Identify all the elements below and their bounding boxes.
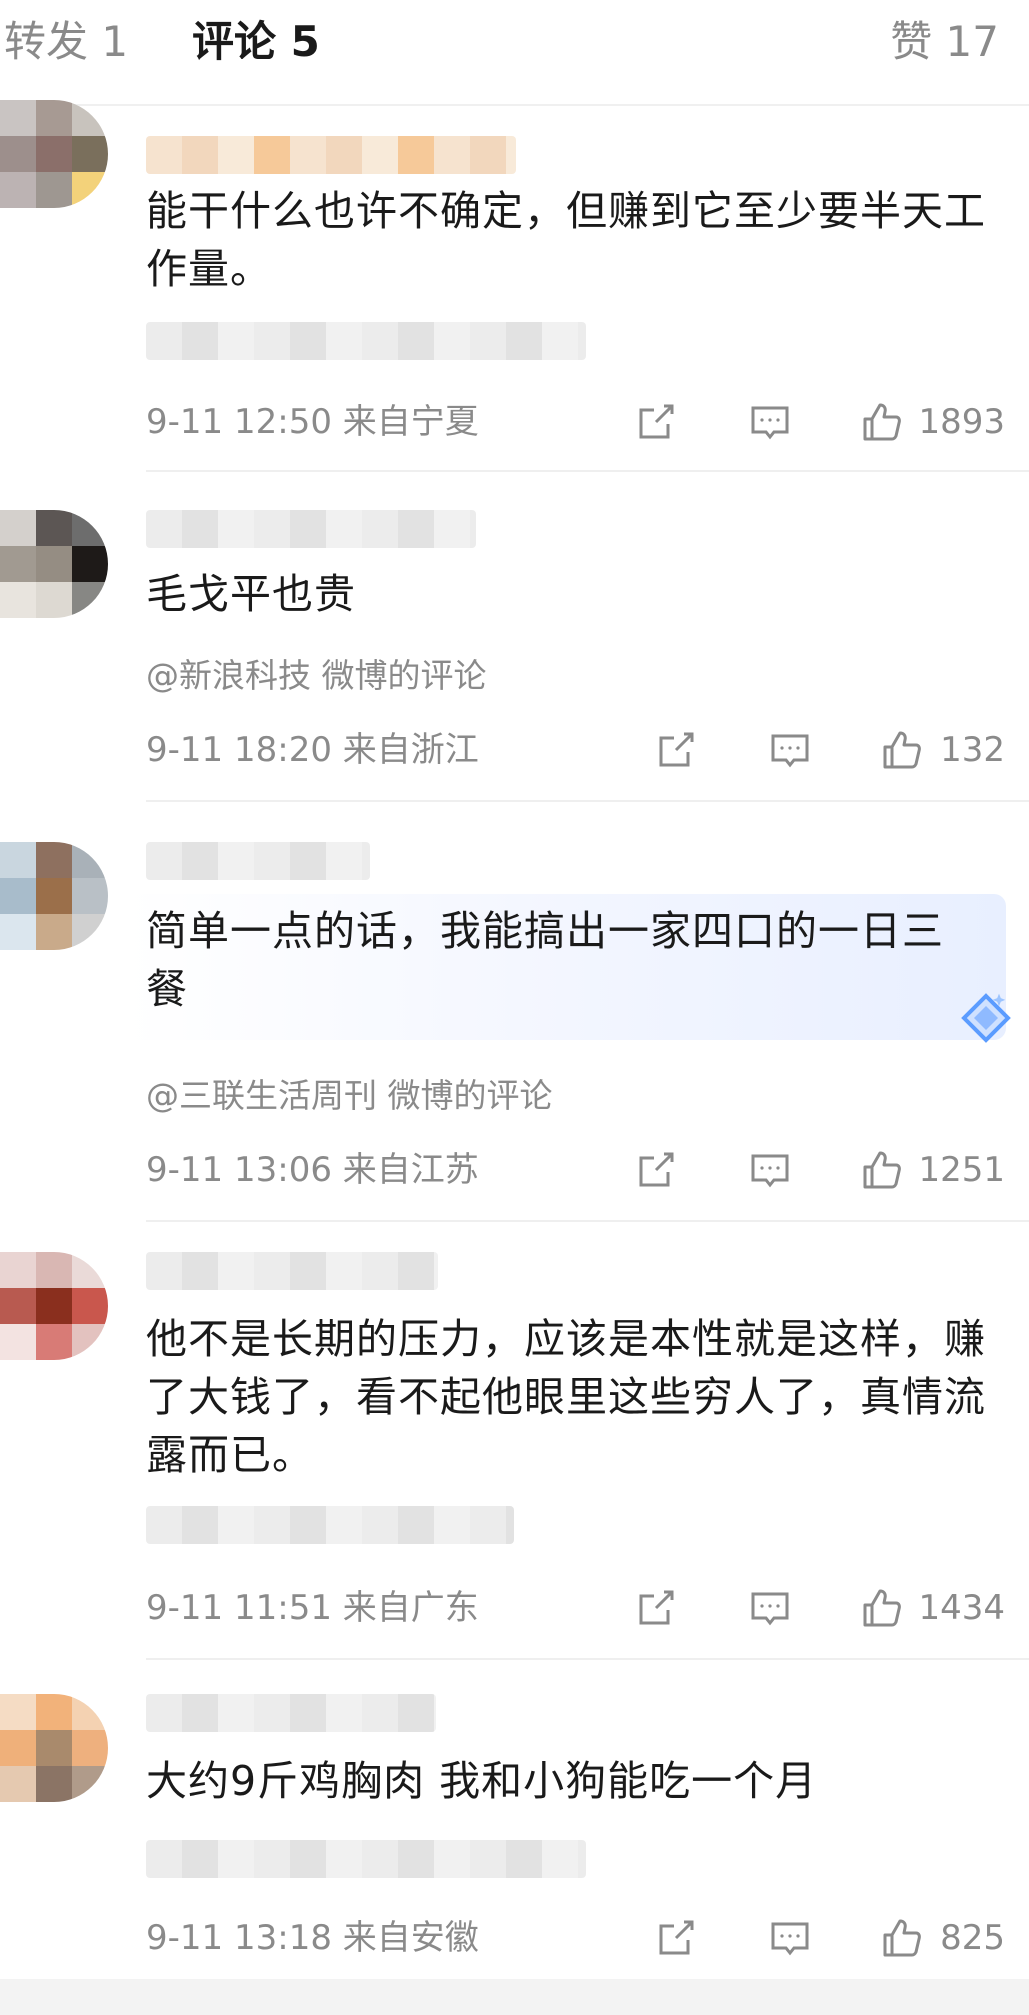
tab-likes[interactable]: 赞 17 [890, 14, 999, 70]
username-redacted[interactable] [146, 1694, 436, 1732]
avatar[interactable] [0, 1252, 108, 1360]
thumbs-up-icon[interactable] [878, 1914, 926, 1962]
username-redacted[interactable] [146, 510, 476, 548]
thumbs-up-icon[interactable] [858, 1584, 906, 1632]
comment-time: 9-11 12:50 来自宁夏 [146, 402, 479, 442]
redacted-line [146, 1840, 586, 1878]
avatar[interactable] [0, 1694, 108, 1802]
share-icon[interactable] [632, 398, 680, 446]
share-icon[interactable] [652, 726, 700, 774]
comment-time: 9-11 13:18 来自安徽 [146, 1918, 479, 1958]
comment-text: 能干什么也许不确定，但赚到它至少要半天工作量。 [146, 187, 986, 293]
comment-source[interactable]: @新浪科技 微博的评论 [146, 654, 487, 698]
redacted-line [146, 322, 586, 360]
comment-meta: 9-11 18:20 来自浙江 132 [146, 726, 1029, 774]
comment-icon[interactable] [746, 1584, 794, 1632]
comment-source[interactable]: @三联生活周刊 微博的评论 [146, 1074, 553, 1118]
comment-meta: 9-11 13:18 来自安徽 825 [146, 1914, 1029, 1962]
comment-time: 9-11 11:51 来自广东 [146, 1588, 479, 1628]
bottom-strip [0, 1979, 1029, 2015]
like-count: 1434 [918, 1588, 1005, 1628]
diamond-badge-icon [961, 993, 1011, 1043]
username-redacted[interactable] [146, 1252, 438, 1290]
divider [146, 1658, 1029, 1660]
like-count: 1251 [918, 1150, 1005, 1190]
divider [146, 800, 1029, 802]
share-icon[interactable] [632, 1584, 680, 1632]
divider [146, 1220, 1029, 1222]
avatar[interactable] [0, 510, 108, 618]
comment-icon[interactable] [746, 398, 794, 446]
comment-meta: 9-11 12:50 来自宁夏 1893 [146, 398, 1029, 446]
thumbs-up-icon[interactable] [858, 398, 906, 446]
comment-tab-bar: 转发 1 评论 5 赞 17 [0, 0, 1029, 106]
thumbs-up-icon[interactable] [858, 1146, 906, 1194]
comment-text: 毛戈平也贵 [146, 570, 356, 618]
comment-text: 大约9斤鸡胸肉 我和小狗能吃一个月 [146, 1757, 818, 1805]
comment-text: 他不是长期的压力，应该是本性就是这样，赚了大钱了，看不起他眼里这些穷人了，真情流… [146, 1315, 986, 1479]
thumbs-up-icon[interactable] [878, 726, 926, 774]
avatar[interactable] [0, 100, 108, 208]
comment-meta: 9-11 11:51 来自广东 1434 [146, 1584, 1029, 1632]
comment-icon[interactable] [746, 1146, 794, 1194]
like-count: 825 [940, 1918, 1005, 1958]
comment-icon[interactable] [766, 726, 814, 774]
divider [146, 470, 1029, 472]
username-redacted[interactable] [146, 136, 516, 174]
comment-text: 简单一点的话，我能搞出一家四口的一日三餐 [146, 907, 944, 1013]
redacted-line [146, 1506, 514, 1544]
comment-time: 9-11 18:20 来自浙江 [146, 730, 479, 770]
comment-icon[interactable] [766, 1914, 814, 1962]
like-count: 132 [940, 730, 1005, 770]
like-count: 1893 [918, 402, 1005, 442]
tab-forwards[interactable]: 转发 1 [4, 14, 128, 70]
comment-meta: 9-11 13:06 来自江苏 1251 [146, 1146, 1029, 1194]
avatar[interactable] [0, 842, 108, 950]
tab-comments[interactable]: 评论 5 [192, 14, 320, 70]
share-icon[interactable] [632, 1146, 680, 1194]
comment-time: 9-11 13:06 来自江苏 [146, 1150, 479, 1190]
share-icon[interactable] [652, 1914, 700, 1962]
username-redacted[interactable] [146, 842, 370, 880]
